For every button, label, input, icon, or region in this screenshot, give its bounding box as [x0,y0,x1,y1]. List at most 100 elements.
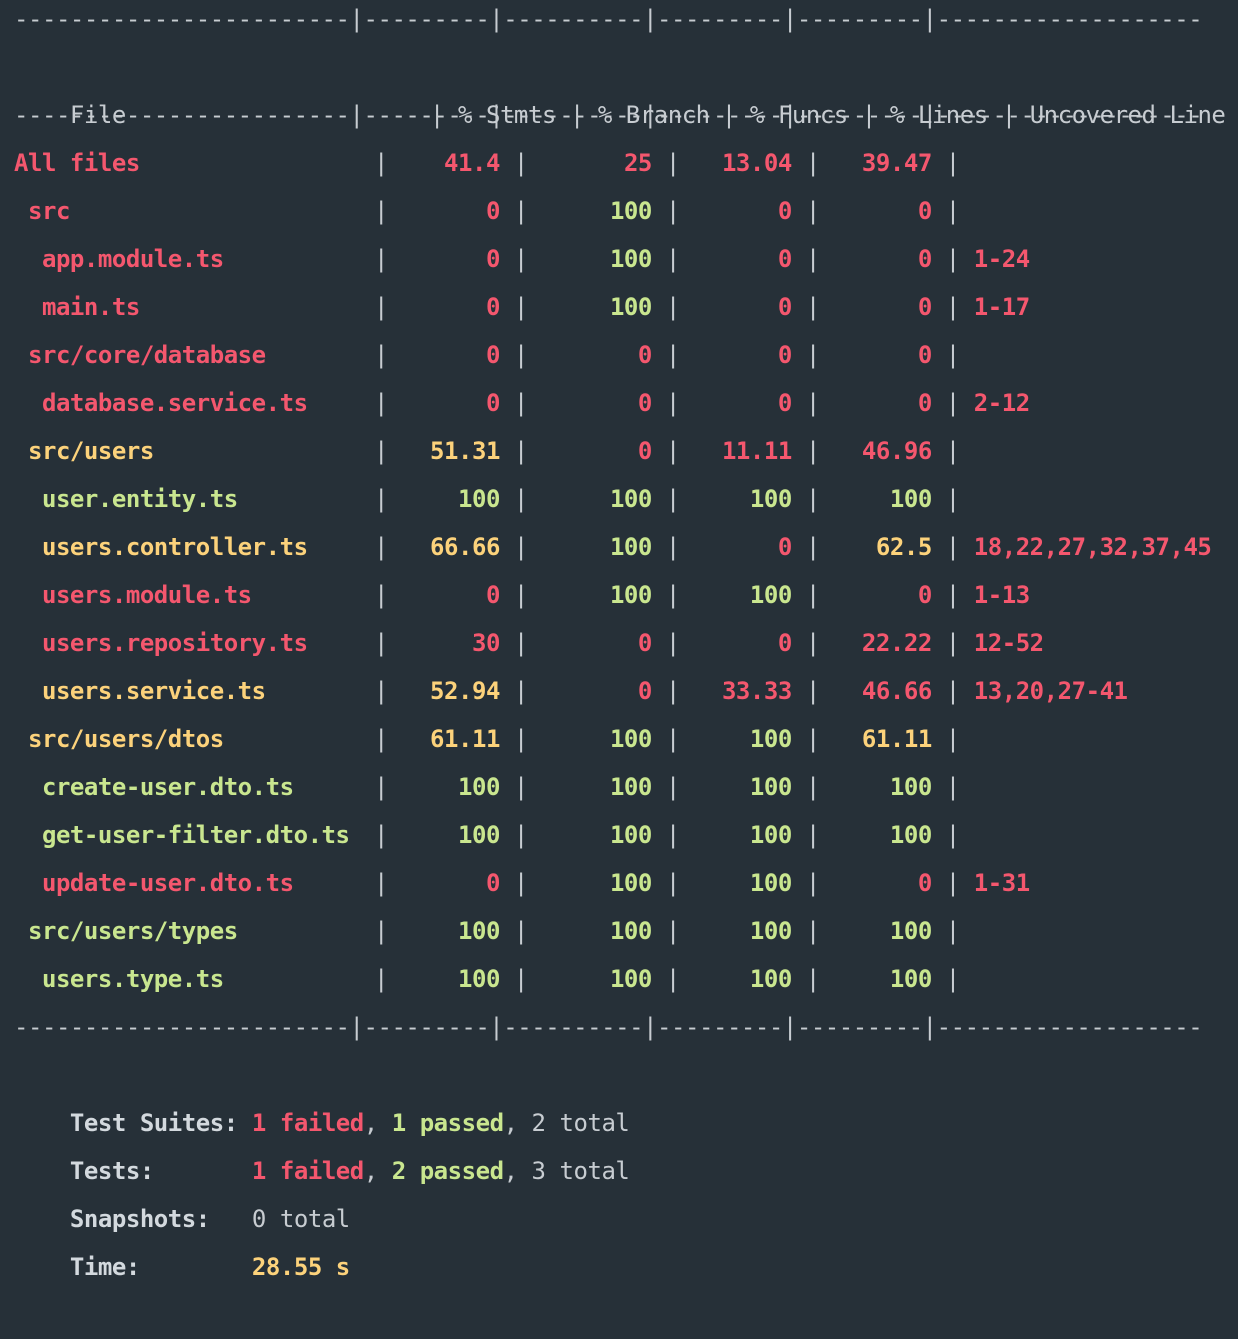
column-divider: | [499,197,542,225]
funcs-cell: 0 [777,245,792,273]
column-divider: | [360,245,402,273]
uncovered-cell: 1-13 [973,581,1030,609]
file-name: app.module.ts [41,245,224,273]
table-row: main.ts | 0 | 100 | 0 | 0 | 1-17 [14,283,1030,331]
stmts-cell: 41.4 [444,149,500,177]
column-divider: | [931,389,974,417]
column-divider: | [499,485,542,513]
column-divider: | [499,869,542,897]
column-divider: | [651,293,694,321]
funcs-cell: 0 [777,197,792,225]
stmts-cell: 0 [485,869,500,897]
table-row: users.module.ts | 0 | 100 | 100 | 0 | 1-… [14,571,1030,619]
column-divider: | [360,773,402,801]
branch-cell: 100 [609,581,652,609]
file-name: get-user-filter.dto.ts [41,821,350,849]
column-divider: | [499,917,542,945]
lines-cell: 0 [917,245,932,273]
file-name: update-user.dto.ts [41,869,294,897]
column-divider: | [931,917,974,945]
column-divider: | [651,725,694,753]
column-divider: | [360,725,402,753]
lines-cell: 22.22 [861,629,932,657]
file-cell: users.type.ts [14,955,360,1003]
stmts-cell: 61.11 [430,725,500,753]
stmts-cell: 0 [485,197,500,225]
column-divider: | [499,725,542,753]
file-cell: user.entity.ts [14,475,360,523]
funcs-cell: 11.11 [721,437,792,465]
column-divider: | [931,485,974,513]
column-divider: | [791,293,834,321]
funcs-cell: 100 [749,485,792,513]
lines-cell: 100 [889,965,932,993]
column-divider: | [791,149,834,177]
table-row: database.service.ts | 0 | 0 | 0 | 0 | 2-… [14,379,1030,427]
column-divider: | [651,965,694,993]
column-divider: | [791,389,834,417]
column-divider: | [931,629,974,657]
table-separator-bottom: ------------------------|---------|-----… [14,1013,1203,1041]
funcs-cell: 100 [749,773,792,801]
column-divider: | [791,533,834,561]
file-name: src/users/dtos [27,725,224,753]
summary-time: Time: 28.55 s [14,1195,350,1281]
branch-cell: 100 [609,533,652,561]
column-divider: | [931,821,974,849]
stmts-cell: 100 [458,965,500,993]
funcs-cell: 13.04 [721,149,792,177]
column-divider: | [499,149,542,177]
branch-cell: 0 [637,341,652,369]
file-cell: users.service.ts [14,667,360,715]
table-row: users.repository.ts | 30 | 0 | 0 | 22.22… [14,619,1044,667]
column-divider: | [499,389,542,417]
column-divider: | [791,581,834,609]
column-divider: | [360,197,402,225]
column-divider: | [931,677,974,705]
table-row: src/users/dtos | 61.11 | 100 | 100 | 61.… [14,715,974,763]
summary-tests: Tests: 1 failed, 2 passed, 3 total [14,1099,630,1185]
funcs-cell: 0 [777,389,792,417]
lines-cell: 62.5 [875,533,932,561]
comma: , [503,1157,532,1185]
column-divider: | [360,581,402,609]
column-divider: | [931,725,974,753]
lines-cell: 0 [917,581,932,609]
column-divider: | [651,245,694,273]
table-row: users.controller.ts | 66.66 | 100 | 0 | … [14,523,1212,571]
column-divider: | [931,437,974,465]
column-divider: | [931,869,974,897]
column-divider: | [651,437,694,465]
funcs-cell: 100 [749,581,792,609]
stmts-cell: 0 [485,245,500,273]
table-row: src/users | 51.31 | 0 | 11.11 | 46.96 | [14,427,974,475]
terminal-output: ------------------------|---------|-----… [0,0,1238,1281]
table-row: create-user.dto.ts | 100 | 100 | 100 | 1… [14,763,974,811]
stmts-cell: 51.31 [430,437,500,465]
funcs-cell: 100 [749,821,792,849]
file-name: create-user.dto.ts [41,773,294,801]
file-cell: users.module.ts [14,571,360,619]
column-divider: | [651,149,694,177]
column-divider: | [499,581,542,609]
funcs-cell: 0 [777,533,792,561]
branch-cell: 100 [609,197,652,225]
column-divider: | [651,917,694,945]
column-divider: | [651,629,694,657]
stmts-cell: 0 [485,293,500,321]
column-divider: | [651,773,694,801]
column-divider: | [499,629,542,657]
lines-cell: 100 [889,821,932,849]
branch-cell: 100 [609,245,652,273]
file-name: users.module.ts [41,581,252,609]
funcs-cell: 0 [777,293,792,321]
branch-cell: 0 [637,389,652,417]
file-name: users.service.ts [41,677,266,705]
